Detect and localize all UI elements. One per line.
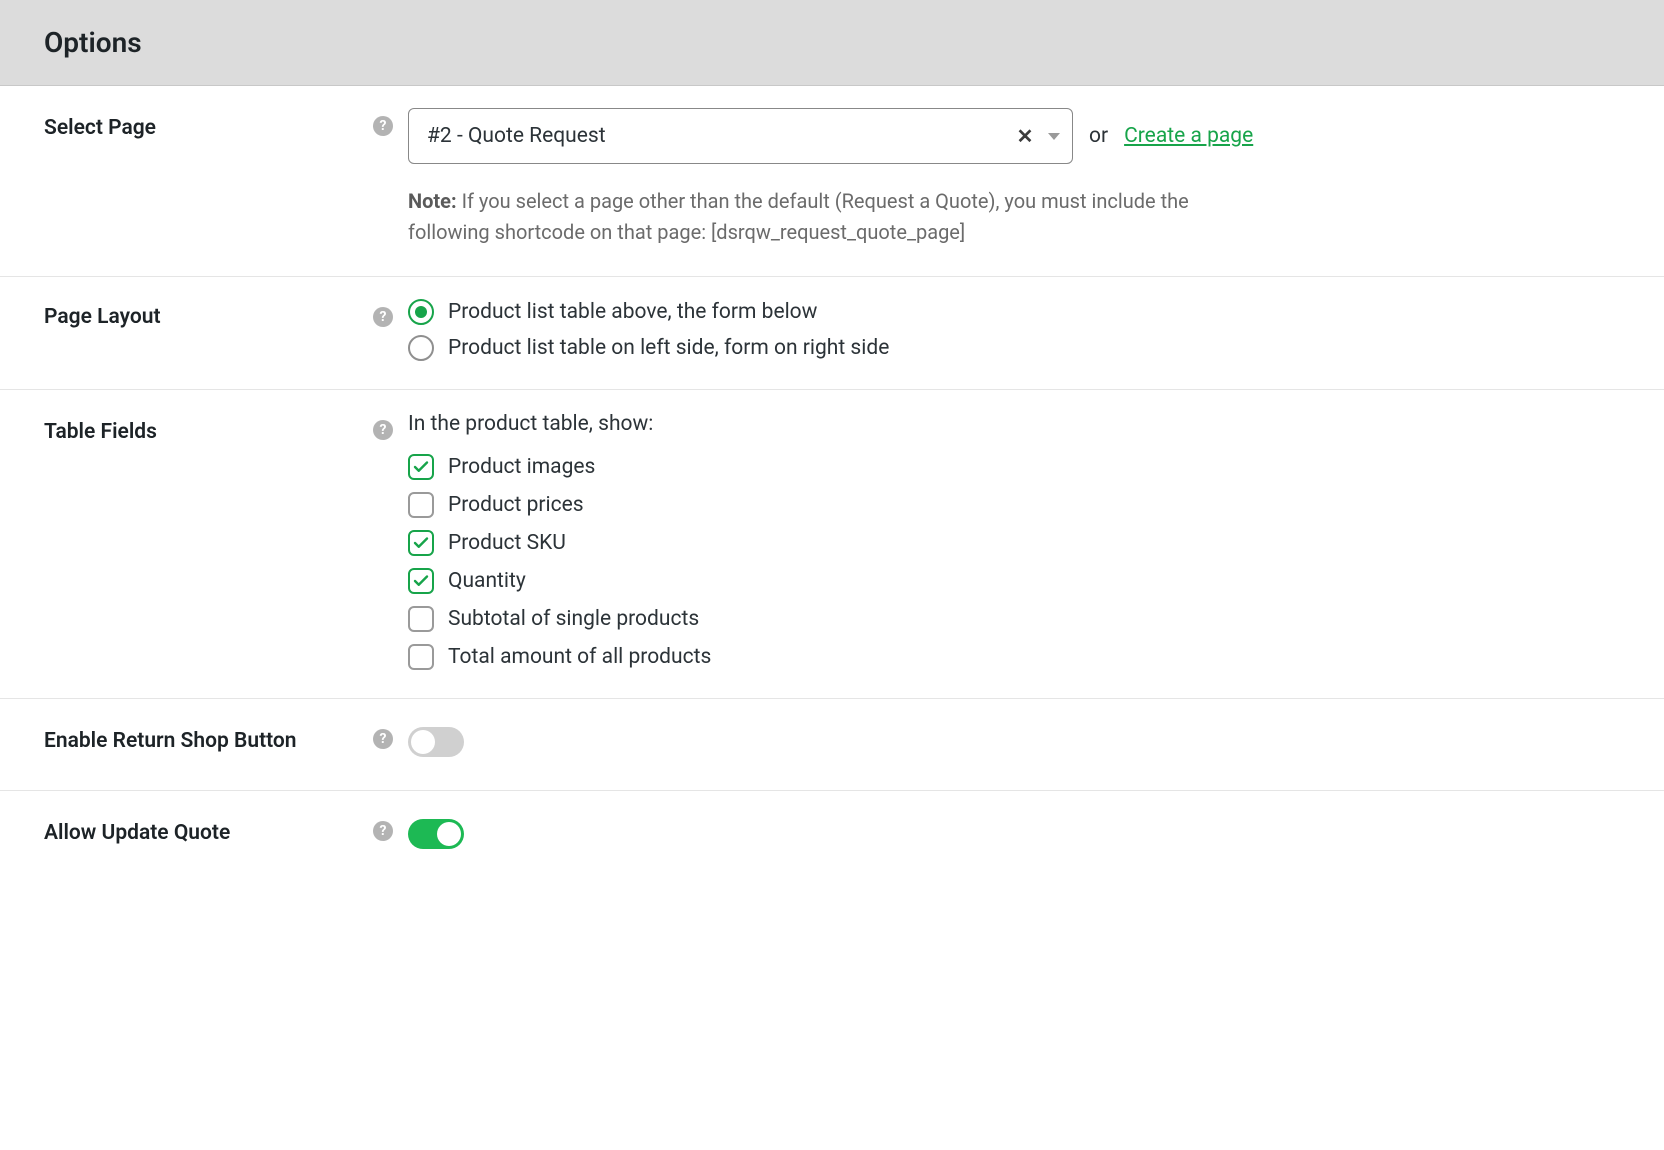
checkbox-icon: [408, 606, 434, 632]
check-quantity[interactable]: Quantity: [408, 568, 1620, 594]
select-page-label: Select Page: [44, 116, 156, 140]
row-select-page: Select Page ? #2 - Quote Request ✕ or Cr…: [0, 86, 1664, 277]
checkbox-icon: [408, 454, 434, 480]
allow-update-label: Allow Update Quote: [44, 821, 230, 845]
row-return-shop: Enable Return Shop Button ?: [0, 699, 1664, 791]
table-fields-checks: Product images Product prices Product SK…: [408, 454, 1620, 670]
return-shop-label: Enable Return Shop Button: [44, 729, 297, 753]
checkbox-label: Subtotal of single products: [448, 607, 699, 631]
create-page-link[interactable]: Create a page: [1124, 124, 1253, 148]
checkbox-label: Total amount of all products: [448, 645, 711, 669]
check-total[interactable]: Total amount of all products: [408, 644, 1620, 670]
help-icon[interactable]: ?: [373, 821, 393, 841]
or-text: or: [1089, 124, 1108, 148]
page-layout-radios: Product list table above, the form below…: [408, 299, 1620, 361]
checkbox-icon: [408, 568, 434, 594]
help-icon[interactable]: ?: [373, 116, 393, 136]
radio-label: Product list table above, the form below: [448, 300, 817, 324]
table-fields-intro: In the product table, show:: [408, 412, 1620, 436]
checkbox-label: Product prices: [448, 493, 584, 517]
row-allow-update: Allow Update Quote ?: [0, 791, 1664, 883]
checkbox-label: Quantity: [448, 569, 526, 593]
checkbox-label: Product images: [448, 455, 595, 479]
help-icon[interactable]: ?: [373, 420, 393, 440]
check-product-prices[interactable]: Product prices: [408, 492, 1620, 518]
table-fields-label: Table Fields: [44, 420, 157, 444]
page-layout-label: Page Layout: [44, 305, 161, 329]
check-subtotal[interactable]: Subtotal of single products: [408, 606, 1620, 632]
row-table-fields: Table Fields ? In the product table, sho…: [0, 390, 1664, 699]
page-select-value: #2 - Quote Request: [427, 124, 1006, 148]
radio-icon: [408, 299, 434, 325]
options-form-table: Select Page ? #2 - Quote Request ✕ or Cr…: [0, 86, 1664, 882]
radio-label: Product list table on left side, form on…: [448, 336, 889, 360]
chevron-down-icon[interactable]: [1048, 133, 1060, 140]
check-product-images[interactable]: Product images: [408, 454, 1620, 480]
checkbox-icon: [408, 644, 434, 670]
check-product-sku[interactable]: Product SKU: [408, 530, 1620, 556]
select-page-note: Note: If you select a page other than th…: [408, 186, 1268, 248]
help-icon[interactable]: ?: [373, 729, 393, 749]
section-title: Options: [44, 26, 1620, 59]
checkbox-icon: [408, 530, 434, 556]
help-icon[interactable]: ?: [373, 307, 393, 327]
return-shop-toggle[interactable]: [408, 727, 464, 757]
clear-icon[interactable]: ✕: [1014, 125, 1036, 147]
options-header: Options: [0, 0, 1664, 86]
row-page-layout: Page Layout ? Product list table above, …: [0, 277, 1664, 390]
layout-option-left-right[interactable]: Product list table on left side, form on…: [408, 335, 1620, 361]
page-select[interactable]: #2 - Quote Request ✕: [408, 108, 1073, 164]
note-text: If you select a page other than the defa…: [408, 189, 1189, 244]
layout-option-above-below[interactable]: Product list table above, the form below: [408, 299, 1620, 325]
allow-update-toggle[interactable]: [408, 819, 464, 849]
checkbox-label: Product SKU: [448, 531, 566, 555]
toggle-knob: [437, 822, 461, 846]
note-bold: Note:: [408, 189, 457, 213]
toggle-knob: [411, 730, 435, 754]
checkbox-icon: [408, 492, 434, 518]
radio-icon: [408, 335, 434, 361]
